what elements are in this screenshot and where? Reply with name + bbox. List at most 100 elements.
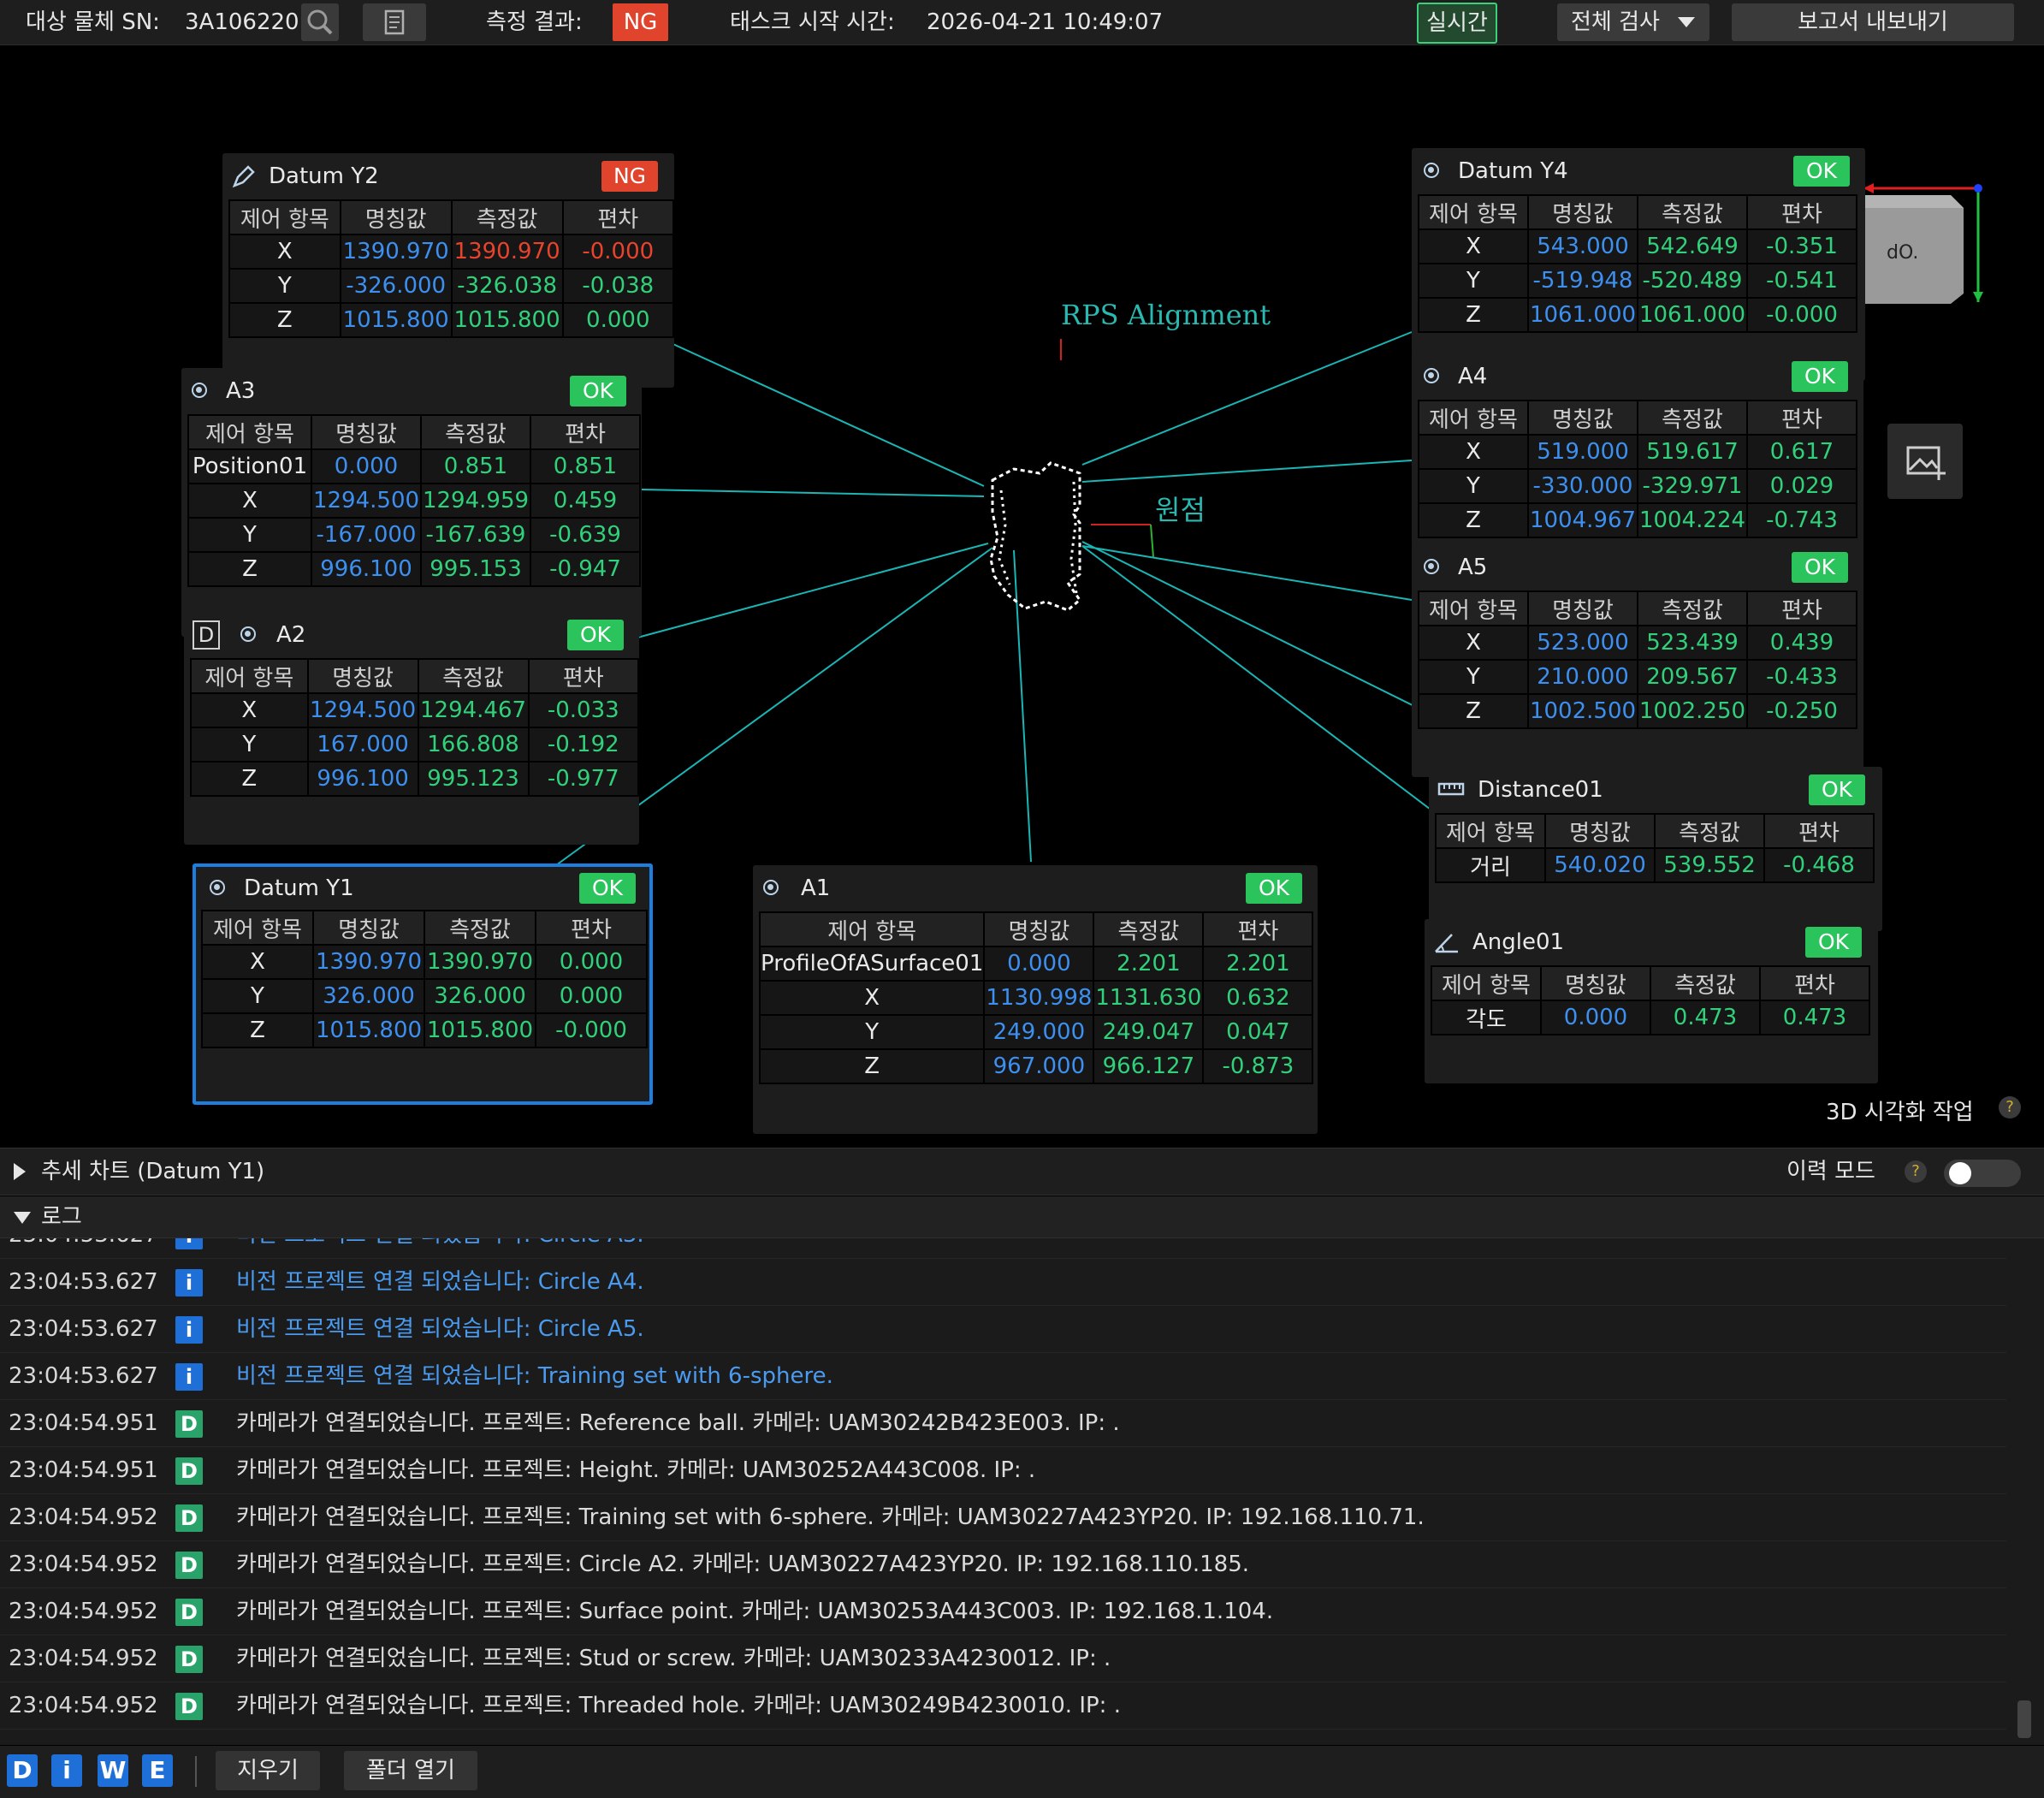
caret-right-icon: [14, 1163, 26, 1180]
log-message: 비전 프로젝트 연결 되었습니다: Circle A3.: [236, 1238, 644, 1258]
debug-level-icon: D: [175, 1504, 203, 1532]
debug-level-icon: D: [175, 1457, 203, 1485]
log-row: 23:04:54.952 D 카메라가 연결되었습니다. 프로젝트: Circle …: [0, 1541, 2006, 1588]
help-icon[interactable]: ?: [1905, 1160, 1927, 1183]
log-row: 23:04:54.951 D 카메라가 연결되었습니다. 프로젝트: Height.…: [0, 1447, 2006, 1494]
card-a5[interactable]: A5 OK 제어 항목 명칭값 측정값 편차 X 523.000 523.439 0.439…: [1412, 544, 1863, 777]
log-row: 23:04:54.952 D 카메라가 연결되었습니다. 프로젝트: Threade…: [0, 1682, 2006, 1730]
measurement-table: 제어 항목 명칭값 측정값 편차 X 519.000 519.617 0.617 Y -330…: [1418, 400, 1857, 538]
measurement-table: 제어 항목 명칭값 측정값 편차 X 543.000 542.649 -0.351 Y -51…: [1418, 194, 1857, 333]
help-icon[interactable]: ?: [1999, 1096, 2021, 1119]
table-row: Y 249.000 249.047 0.047: [758, 1014, 1314, 1050]
table-row: Y -519.948 -520.489 -0.541: [1418, 263, 1857, 299]
rps-alignment-label: RPS Alignment: [1061, 299, 1271, 331]
status-badge: OK: [570, 376, 626, 406]
scrollbar-thumb[interactable]: [2017, 1700, 2031, 1738]
card-distance01[interactable]: Distance01 OK 제어 항목 명칭값 측정값 편차 거리 540.020 539…: [1429, 767, 1882, 931]
card-title: A5: [1458, 555, 1488, 580]
log-footer: D i W E 지우기 폴더 열기: [0, 1746, 2044, 1798]
status-badge: OK: [1805, 927, 1862, 958]
filter-warning-button[interactable]: W: [98, 1754, 128, 1787]
start-time-label: 태스크 시작 시간:: [730, 9, 895, 35]
report-list-button[interactable]: [363, 3, 426, 41]
circle-feature-icon: [240, 626, 256, 642]
log-message: 카메라가 연결되었습니다. 프로젝트: Threaded hole. 카메라: …: [236, 1693, 1121, 1718]
table-row: Z 996.100 995.153 -0.947: [187, 551, 641, 587]
realtime-button[interactable]: 실시간: [1417, 3, 1497, 44]
status-badge: OK: [1792, 552, 1848, 583]
measurement-table: 제어 항목 명칭값 측정값 편차 Position01 0.000 0.851 0.851 …: [187, 414, 641, 587]
debug-level-icon: D: [175, 1646, 203, 1673]
inspect-scope-dropdown[interactable]: 전체 검사: [1557, 3, 1709, 41]
table-row: Y -330.000 -329.971 0.029: [1418, 468, 1857, 504]
3d-view[interactable]: dO. RPS Alignment 원점 Datum Y2 NG 제어 항목 명칭…: [0, 45, 2044, 1147]
debug-level-icon: D: [175, 1410, 203, 1438]
log-timestamp: 23:04:53.627: [9, 1316, 158, 1342]
table-row: ProfileOfASurface01 0.000 2.201 2.201: [758, 946, 1314, 982]
card-datum-y4[interactable]: Datum Y4 OK 제어 항목 명칭값 측정값 편차 X 543.000 542.64…: [1412, 148, 1865, 381]
table-row: Y 326.000 326.000 0.000: [201, 978, 648, 1014]
card-a1[interactable]: A1 OK 제어 항목 명칭값 측정값 편차 ProfileOfASurface01 0…: [753, 865, 1318, 1134]
log-scrollbar[interactable]: [2009, 1238, 2041, 1745]
measurement-table: 제어 항목 명칭값 측정값 편차 거리 540.020 539.552 -0.468: [1435, 813, 1875, 883]
start-time-value: 2026-04-21 10:49:07: [927, 9, 1164, 35]
card-datum-y2[interactable]: Datum Y2 NG 제어 항목 명칭값 측정값 편차 X 1390.970 1390.…: [222, 153, 675, 388]
card-a3[interactable]: A3 OK 제어 항목 명칭값 측정값 편차 Position01 0.000 0.851…: [181, 368, 642, 637]
result-label: 측정 결과:: [486, 9, 583, 35]
table-row: X 523.000 523.439 0.439: [1418, 625, 1857, 661]
log-row: 23:04:54.952 D 카메라가 연결되었습니다. 프로젝트: Surface…: [0, 1588, 2006, 1635]
circle-feature-icon: [1424, 163, 1439, 178]
log-timestamp: 23:04:54.952: [9, 1693, 158, 1718]
log-timestamp: 23:04:54.952: [9, 1599, 158, 1624]
caret-down-icon: [14, 1212, 31, 1224]
circle-feature-icon: [763, 880, 779, 895]
card-datum-y1[interactable]: Datum Y1 OK 제어 항목 명칭값 측정값 편차 X 1390.970 1390.…: [193, 863, 653, 1105]
open-folder-button[interactable]: 폴더 열기: [344, 1751, 477, 1790]
log-row: 23:04:53.627 i 비전 프로젝트 연결 되었습니다: Circle A4…: [0, 1259, 2006, 1306]
log-list[interactable]: 23:04:53.627 i 비전 프로젝트 연결 되었습니다: Circle A3…: [0, 1238, 2044, 1745]
card-a2[interactable]: D A2 OK 제어 항목 명칭값 측정값 편차 X 1294.500 1294.467-…: [184, 612, 640, 845]
filter-error-button[interactable]: E: [142, 1754, 173, 1787]
table-row: X 1130.998 1131.630 0.632: [758, 980, 1314, 1016]
debug-level-icon: D: [175, 1599, 203, 1626]
info-level-icon: i: [175, 1238, 203, 1249]
export-report-button[interactable]: 보고서 내보내기: [1732, 3, 2014, 41]
log-message: 카메라가 연결되었습니다. 프로젝트: Stud or screw. 카메라: …: [236, 1646, 1111, 1671]
card-angle01[interactable]: Angle01 OK 제어 항목 명칭값 측정값 편차 각도 0.000 0.473 0.4…: [1425, 919, 1878, 1083]
debug-level-icon: D: [175, 1693, 203, 1720]
image-add-icon: [1906, 446, 1946, 480]
log-timestamp: 23:04:54.951: [9, 1410, 158, 1436]
clear-log-button[interactable]: 지우기: [216, 1751, 320, 1790]
table-row: Z 1061.000 1061.000 -0.000: [1418, 297, 1857, 333]
card-title: Distance01: [1478, 777, 1603, 803]
card-title: A3: [226, 378, 256, 404]
trend-chart-bar[interactable]: 추세 차트 (Datum Y1) 이력 모드 ?: [0, 1148, 2044, 1196]
table-row: X 1294.500 1294.959 0.459: [187, 483, 641, 519]
filter-info-button[interactable]: i: [51, 1754, 82, 1787]
filter-debug-button[interactable]: D: [7, 1754, 38, 1787]
measurement-table: 제어 항목 명칭값 측정값 편차 ProfileOfASurface01 0.000 2.…: [758, 911, 1314, 1084]
measurement-table: 제어 항목 명칭값 측정값 편차 X 523.000 523.439 0.439 Y 210.…: [1418, 590, 1857, 729]
origin-label: 원점: [1155, 494, 1206, 526]
table-row: Z 996.100 995.123 -0.977: [190, 761, 640, 797]
log-timestamp: 23:04:54.952: [9, 1646, 158, 1671]
table-row: Z 1015.800 1015.800 -0.000: [201, 1012, 648, 1048]
cube-face-label: dO.: [1887, 242, 1919, 264]
log-title: 로그: [41, 1204, 82, 1230]
log-message: 카메라가 연결되었습니다. 프로젝트: Training set with 6-…: [236, 1504, 1425, 1530]
log-timestamp: 23:04:54.952: [9, 1504, 158, 1530]
info-level-icon: i: [175, 1269, 203, 1297]
log-message: 비전 프로젝트 연결 되었습니다: Training set with 6-sp…: [236, 1363, 833, 1389]
search-button[interactable]: [301, 3, 339, 41]
add-image-button[interactable]: [1887, 424, 1963, 499]
log-header[interactable]: 로그: [0, 1196, 2044, 1238]
log-timestamp: 23:04:54.952: [9, 1552, 158, 1577]
info-level-icon: i: [175, 1316, 203, 1344]
debug-level-icon: D: [175, 1552, 203, 1579]
table-row: X 543.000 542.649 -0.351: [1418, 228, 1857, 264]
status-badge: OK: [579, 873, 636, 904]
measurement-table: 제어 항목 명칭값 측정값 편차 각도 0.000 0.473 0.473: [1431, 965, 1870, 1035]
log-row: 23:04:53.627 i 비전 프로젝트 연결 되었습니다: Circle A3…: [0, 1238, 2006, 1259]
trend-chart-title: 추세 차트 (Datum Y1): [41, 1159, 265, 1184]
history-mode-toggle[interactable]: [1944, 1160, 2021, 1187]
